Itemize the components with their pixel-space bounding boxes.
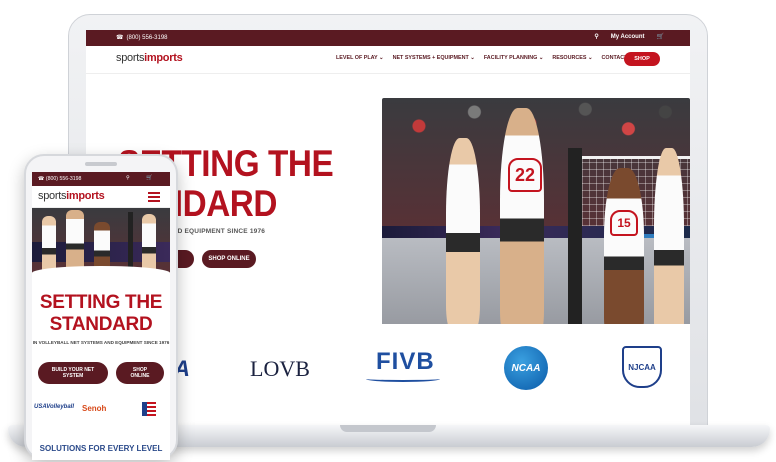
site-logo[interactable]: sportsimports [116,52,183,64]
njcaa-logo: NJCAA [622,346,662,388]
nav-item-net-systems[interactable]: NET SYSTEMS + EQUIPMENT ⌄ [393,55,475,61]
mobile-player-2 [66,210,84,274]
nav-item-resources[interactable]: RESOURCES ⌄ [552,55,592,61]
mobile-section-heading: SOLUTIONS FOR EVERY LEVEL [39,444,163,453]
njcaa-text: NJCAA [628,362,656,372]
player-center [500,108,544,338]
player-right [604,168,644,338]
mobile-hero-photo [32,208,170,274]
player-left [446,138,480,328]
nav-menu: LEVEL OF PLAY ⌄ NET SYSTEMS + EQUIPMENT … [336,55,633,61]
mockup-stage: ☎ (800) 556-3198 ⚲ My Account 🛒 sportsim… [0,0,776,462]
mobile-player-1 [42,216,56,274]
nav-item-level-of-play[interactable]: LEVEL OF PLAY ⌄ [336,55,384,61]
hero-wave-divider [32,266,170,280]
mobile-phone-number[interactable]: ☎ (800) 556-3198 [38,176,81,182]
fivb-swoosh [366,376,440,382]
jersey-number-left: 22 [508,158,542,192]
phone-speaker [85,162,117,166]
mobile-partner-logos: USAVolleyball Senoh [32,400,170,424]
mobile-hero-title-line-1: SETTING THE [39,292,163,313]
hamburger-menu-icon[interactable] [148,192,160,202]
phone-number: (800) 556-3198 [126,34,168,41]
mobile-senoh-logo: Senoh [82,404,107,413]
shop-button[interactable]: SHOP [624,52,660,66]
mobile-net-post [128,212,133,274]
phone-link[interactable]: ☎ (800) 556-3198 [116,34,168,42]
logo-suffix: imports [144,52,183,64]
mobile-shop-online-button[interactable]: SHOP ONLINE [116,362,164,384]
logo-prefix: sports [116,52,145,64]
fivb-logo: FIVB [376,348,435,375]
mobile-player-4 [142,214,156,274]
ncaa-text: NCAA [511,362,541,374]
mobile-utility-bar: ☎ (800) 556-3198 ⚲ 🛒 [32,172,170,186]
main-nav: sportsimports LEVEL OF PLAY ⌄ NET SYSTEM… [86,46,690,74]
mobile-usa-volleyball-logo: USAVolleyball [34,404,75,410]
nav-item-facility-planning[interactable]: FACILITY PLANNING ⌄ [484,55,544,61]
phone-screen: ☎ (800) 556-3198 ⚲ 🛒 sportsimports SETTI… [32,172,170,460]
account-link[interactable]: My Account [611,34,645,40]
ncaa-logo: NCAA [504,346,548,390]
mobile-cart-icon[interactable]: 🛒 [146,175,152,181]
phone-icon: ☎ [116,35,124,41]
mobile-build-net-button[interactable]: BUILD YOUR NET SYSTEM [38,362,108,384]
mobile-hero-subtitle: IN VOLLEYBALL NET SYSTEMS AND EQUIPMENT … [32,340,170,345]
cart-icon[interactable]: 🛒 [657,33,664,40]
player-far-right [654,148,684,344]
mobile-site-logo[interactable]: sportsimports [38,190,105,202]
lovb-logo: LOVB [250,356,310,381]
shop-online-button[interactable]: SHOP ONLINE [202,250,256,268]
jersey-number-right: 15 [610,210,638,236]
mobile-search-icon[interactable]: ⚲ [126,175,130,181]
mobile-hero-title: SETTING THE STANDARD [32,292,170,336]
search-icon[interactable]: ⚲ [594,33,598,40]
mobile-flag-logo [142,402,156,416]
top-utility-bar: ☎ (800) 556-3198 ⚲ My Account 🛒 [86,30,690,46]
hero-photo: @ 22 15 [382,98,690,352]
net-post [568,148,582,348]
mobile-hero-title-line-2: STANDARD [49,314,153,335]
laptop-notch [340,425,436,432]
